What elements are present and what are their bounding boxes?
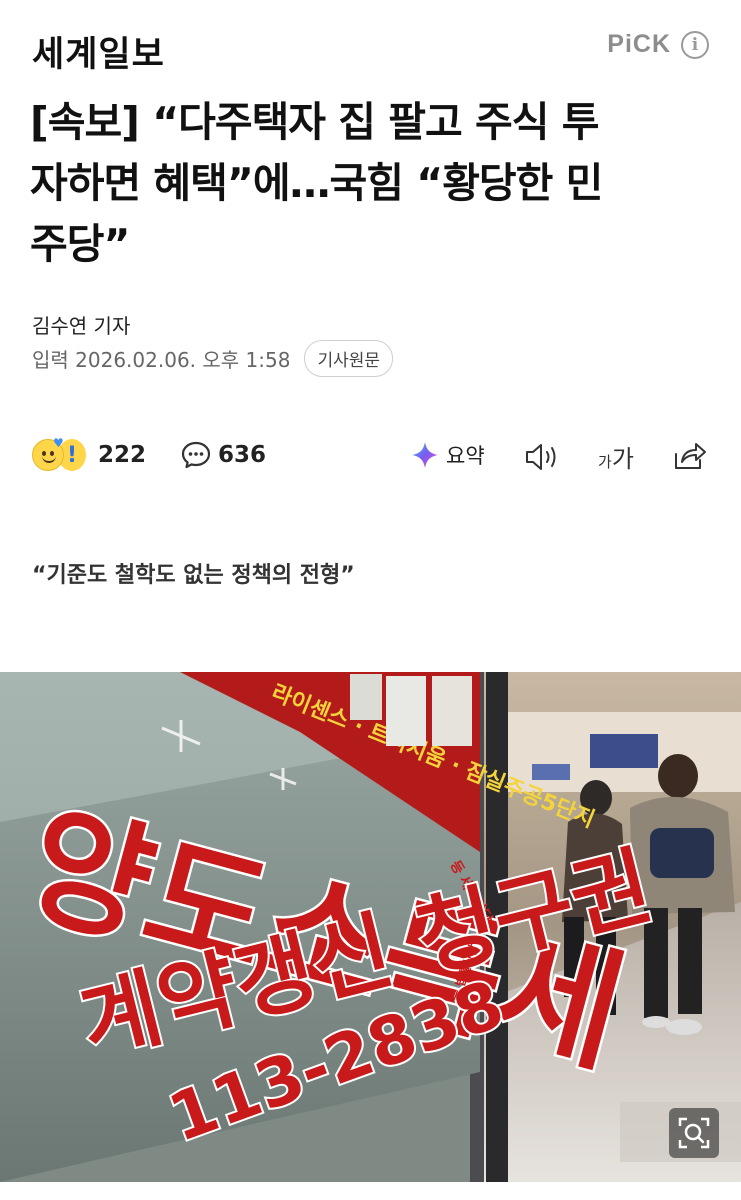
pick-label: PiCK xyxy=(607,30,671,58)
article-photo[interactable]: 라이센스 · 트리지움 · 잠실주공5단지 양도소득세 등 세무상담 계약갱신 … xyxy=(0,672,741,1182)
headline-line: 주당” xyxy=(30,220,130,268)
reporter-name[interactable]: 김수연 기자 xyxy=(32,310,130,339)
zoom-search-icon xyxy=(678,1117,710,1149)
headline-line: [속보] “다주택자 집 팔고 주식 투 xyxy=(30,98,599,146)
info-circle-icon[interactable]: i xyxy=(681,30,709,59)
smile-emoji-icon: ♥ xyxy=(32,436,64,471)
original-article-button[interactable]: 기사원문 xyxy=(304,340,394,377)
font-small-glyph: 가 xyxy=(598,453,612,471)
article-subtitle: “기준도 철학도 없는 정책의 전형” xyxy=(32,563,355,588)
speaker-icon[interactable] xyxy=(524,441,562,473)
bottom-spacer xyxy=(0,1182,741,1200)
photo-zoom-button[interactable] xyxy=(669,1108,719,1158)
ai-sparkle-icon xyxy=(412,442,438,468)
reaction-button[interactable]: ♥ ! 222 xyxy=(32,436,147,471)
reaction-count: 222 xyxy=(98,442,147,468)
summary-label: 요약 xyxy=(446,444,485,468)
article-headline: [속보] “다주택자 집 팔고 주식 투 자하면 혜택”에…국힘 “황당한 민 … xyxy=(30,92,700,275)
font-size-button[interactable]: 가 가 xyxy=(598,439,634,474)
font-big-glyph: 가 xyxy=(611,445,634,473)
comment-bubble-icon xyxy=(181,441,211,469)
date-row: 입력 2026.02.06. 오후 1:58 기사원문 xyxy=(32,340,394,377)
headline-line: 자하면 혜택”에…국힘 “황당한 민 xyxy=(30,159,603,207)
comment-button[interactable]: 636 xyxy=(180,439,266,471)
publish-date: 입력 2026.02.06. 오후 1:58 xyxy=(32,348,291,372)
pick-badge[interactable]: PiCK i xyxy=(607,30,709,59)
article-page: 세계일보 PiCK i [속보] “다주택자 집 팔고 주식 투 자하면 혜택”… xyxy=(0,0,741,1200)
comment-count: 636 xyxy=(218,442,267,468)
summary-button[interactable]: 요약 xyxy=(410,440,485,470)
press-logo[interactable]: 세계일보 xyxy=(32,26,165,77)
share-icon[interactable] xyxy=(672,440,708,472)
action-bar: ♥ ! 222 636 요약 가 가 xyxy=(32,436,712,480)
